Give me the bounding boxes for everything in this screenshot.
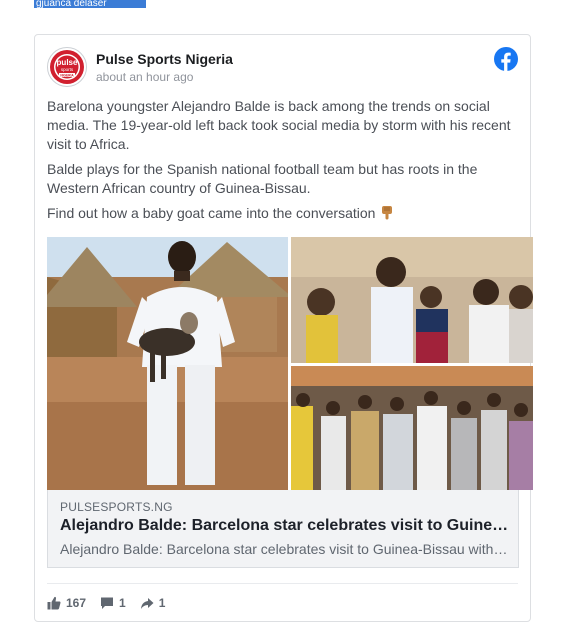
- link-domain: PULSESPORTS.NG: [60, 500, 173, 514]
- logo-line2: sports: [61, 67, 74, 72]
- post-text: Barelona youngster Alejandro Balde is ba…: [47, 97, 519, 229]
- selected-text: gjuanca delaser: [36, 0, 107, 8]
- link-preview[interactable]: PULSESPORTS.NG Alejandro Balde: Barcelon…: [47, 490, 519, 568]
- selected-text-highlight: gjuanca delaser: [34, 0, 146, 8]
- logo-line1: pulse: [57, 58, 78, 67]
- stats-divider: [47, 583, 518, 584]
- post-timestamp[interactable]: about an hour ago: [96, 70, 193, 84]
- photo-crowd-elders[interactable]: [291, 366, 533, 490]
- likes-count[interactable]: 167: [47, 596, 86, 610]
- facebook-post-embed: pulse sports NIGERIA Pulse Sports Nigeri…: [34, 34, 533, 622]
- link-title[interactable]: Alejandro Balde: Barcelona star celebrat…: [60, 517, 510, 535]
- post-paragraph: Find out how a baby goat came into the c…: [47, 205, 376, 221]
- facebook-logo-icon[interactable]: [494, 47, 518, 71]
- photo-boy-with-goat[interactable]: [47, 237, 288, 490]
- link-description: Alejandro Balde: Barcelona star celebrat…: [60, 541, 510, 557]
- likes-value: 167: [66, 596, 87, 610]
- post-paragraph: Barelona youngster Alejandro Balde is ba…: [47, 98, 511, 152]
- comments-count[interactable]: 1: [100, 596, 126, 610]
- pulse-sports-logo-icon: pulse sports NIGERIA: [50, 50, 84, 84]
- like-icon: [47, 596, 61, 610]
- comments-value: 1: [119, 596, 126, 610]
- post-paragraph-with-emoji: Find out how a baby goat came into the c…: [47, 204, 519, 223]
- page-name-link[interactable]: Pulse Sports Nigeria: [96, 51, 233, 67]
- engagement-stats: 167 1 1: [47, 595, 179, 611]
- post-image-collage[interactable]: [47, 237, 533, 490]
- post-paragraph: Balde plays for the Spanish national foo…: [47, 161, 478, 196]
- shares-value: 1: [158, 596, 166, 610]
- comment-icon: [101, 597, 114, 609]
- post-header: pulse sports NIGERIA Pulse Sports Nigeri…: [47, 47, 518, 87]
- logo-line3: NIGERIA: [60, 73, 74, 77]
- share-icon: [140, 598, 154, 609]
- photo-group-children[interactable]: [291, 237, 533, 363]
- page-avatar[interactable]: pulse sports NIGERIA: [47, 47, 87, 87]
- pointing-down-hand-icon: [382, 206, 393, 220]
- shares-count[interactable]: 1: [140, 596, 166, 610]
